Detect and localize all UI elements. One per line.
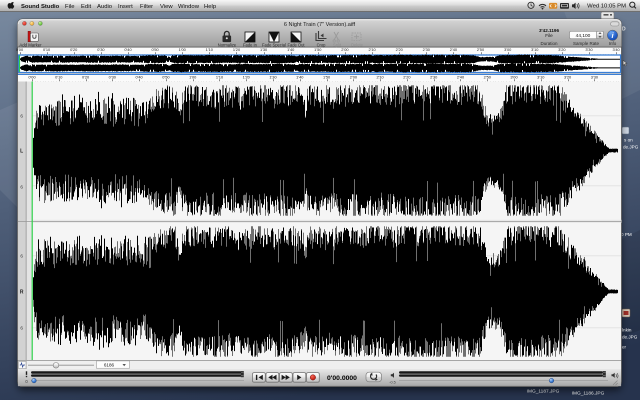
svg-text:1'50: 1'50 xyxy=(323,75,331,80)
svg-text:3'20: 3'20 xyxy=(564,75,572,80)
svg-text:R: R xyxy=(20,290,24,296)
svg-text:0'30: 0'30 xyxy=(97,47,105,52)
svg-text:Filter: Filter xyxy=(140,4,153,10)
svg-text:0'10: 0'10 xyxy=(55,75,63,80)
svg-text:D: D xyxy=(622,27,626,33)
svg-text:1'20: 1'20 xyxy=(233,47,241,52)
svg-text:2'40: 2'40 xyxy=(457,75,465,80)
svg-text:0'40: 0'40 xyxy=(124,47,132,52)
svg-text:er: er xyxy=(622,345,627,350)
svg-text:Duration: Duration xyxy=(540,41,558,46)
svg-text:1'40: 1'40 xyxy=(287,47,295,52)
svg-text:Fade In: Fade In xyxy=(243,42,258,47)
svg-text:0'20: 0'20 xyxy=(70,47,78,52)
svg-text:0'10: 0'10 xyxy=(43,47,51,52)
svg-text:Sound Studio: Sound Studio xyxy=(21,4,60,10)
svg-text:6: 6 xyxy=(20,325,23,330)
svg-text:Sample Rate: Sample Rate xyxy=(573,41,600,46)
svg-text:Insert: Insert xyxy=(118,4,133,10)
svg-text:0'50: 0'50 xyxy=(162,75,170,80)
svg-text:1'10: 1'10 xyxy=(206,47,214,52)
svg-text:Delete: Delete xyxy=(351,42,364,47)
svg-text:3'20: 3'20 xyxy=(558,47,566,52)
svg-text:0'40: 0'40 xyxy=(135,75,143,80)
svg-text:2'30: 2'30 xyxy=(423,47,431,52)
svg-text:IMG_1187.JPG: IMG_1187.JPG xyxy=(527,389,560,395)
svg-text:de.JPG: de.JPG xyxy=(623,145,639,150)
svg-text:0'30: 0'30 xyxy=(109,75,117,80)
svg-text:6: 6 xyxy=(20,113,23,118)
svg-text:IMG_1186.JPG: IMG_1186.JPG xyxy=(572,391,605,397)
svg-text:3'00: 3'00 xyxy=(504,47,512,52)
svg-text:1'40: 1'40 xyxy=(296,75,304,80)
svg-text:3'30: 3'30 xyxy=(585,47,593,52)
svg-text:-0.5: -0.5 xyxy=(389,381,396,385)
svg-text:44,100: 44,100 xyxy=(576,33,591,39)
svg-text:2'40: 2'40 xyxy=(450,47,458,52)
svg-text:1'50: 1'50 xyxy=(314,47,322,52)
svg-text:1'30: 1'30 xyxy=(269,75,277,80)
svg-text:2'00: 2'00 xyxy=(341,47,349,52)
svg-text:6186: 6186 xyxy=(104,363,115,368)
svg-text:Edit: Edit xyxy=(81,4,92,10)
svg-text:1'00: 1'00 xyxy=(189,75,197,80)
svg-text:File: File xyxy=(545,33,553,38)
svg-text:Help: Help xyxy=(204,4,217,10)
svg-text:View: View xyxy=(160,4,173,10)
svg-text:lnkin: lnkin xyxy=(622,328,632,333)
svg-text:6: 6 xyxy=(20,184,23,189)
svg-text:L: L xyxy=(20,149,23,155)
svg-text:s on: s on xyxy=(624,138,633,143)
svg-text:1'20: 1'20 xyxy=(243,75,251,80)
svg-text:Info: Info xyxy=(609,41,617,46)
svg-text:0'50: 0'50 xyxy=(151,47,159,52)
svg-text:de.JPG: de.JPG xyxy=(622,335,638,340)
svg-text:File: File xyxy=(65,4,75,10)
svg-text:0'20: 0'20 xyxy=(82,75,90,80)
svg-text:6 Night Train (7" Version).aif: 6 Night Train (7" Version).aiff xyxy=(284,22,356,28)
svg-text:0'00.0000: 0'00.0000 xyxy=(327,375,357,382)
svg-text:3'10: 3'10 xyxy=(537,75,545,80)
svg-text:3'30: 3'30 xyxy=(591,75,599,80)
svg-text:3'40: 3'40 xyxy=(612,47,620,52)
svg-text:2'30: 2'30 xyxy=(430,75,438,80)
svg-text:1'00: 1'00 xyxy=(179,47,187,52)
svg-text:2'00: 2'00 xyxy=(350,75,358,80)
svg-text:1'30: 1'30 xyxy=(260,47,268,52)
svg-text:2'10: 2'10 xyxy=(376,75,384,80)
svg-text:2'50: 2'50 xyxy=(484,75,492,80)
svg-text:Wed 10:05 PM: Wed 10:05 PM xyxy=(587,4,626,10)
svg-text:3'00: 3'00 xyxy=(510,75,518,80)
svg-text:2'10: 2'10 xyxy=(368,47,376,52)
svg-text:3'10: 3'10 xyxy=(531,47,539,52)
svg-text:Window: Window xyxy=(178,4,200,10)
svg-text:1'10: 1'10 xyxy=(216,75,224,80)
svg-text:2'20: 2'20 xyxy=(403,75,411,80)
svg-text:0'00: 0'00 xyxy=(16,47,24,52)
svg-text:6: 6 xyxy=(20,253,23,258)
svg-text:0'00: 0'00 xyxy=(28,75,36,80)
svg-text:0 PM: 0 PM xyxy=(621,232,632,237)
svg-text:2'50: 2'50 xyxy=(477,47,485,52)
svg-text:2'20: 2'20 xyxy=(396,47,404,52)
svg-text:Audio: Audio xyxy=(97,4,113,10)
